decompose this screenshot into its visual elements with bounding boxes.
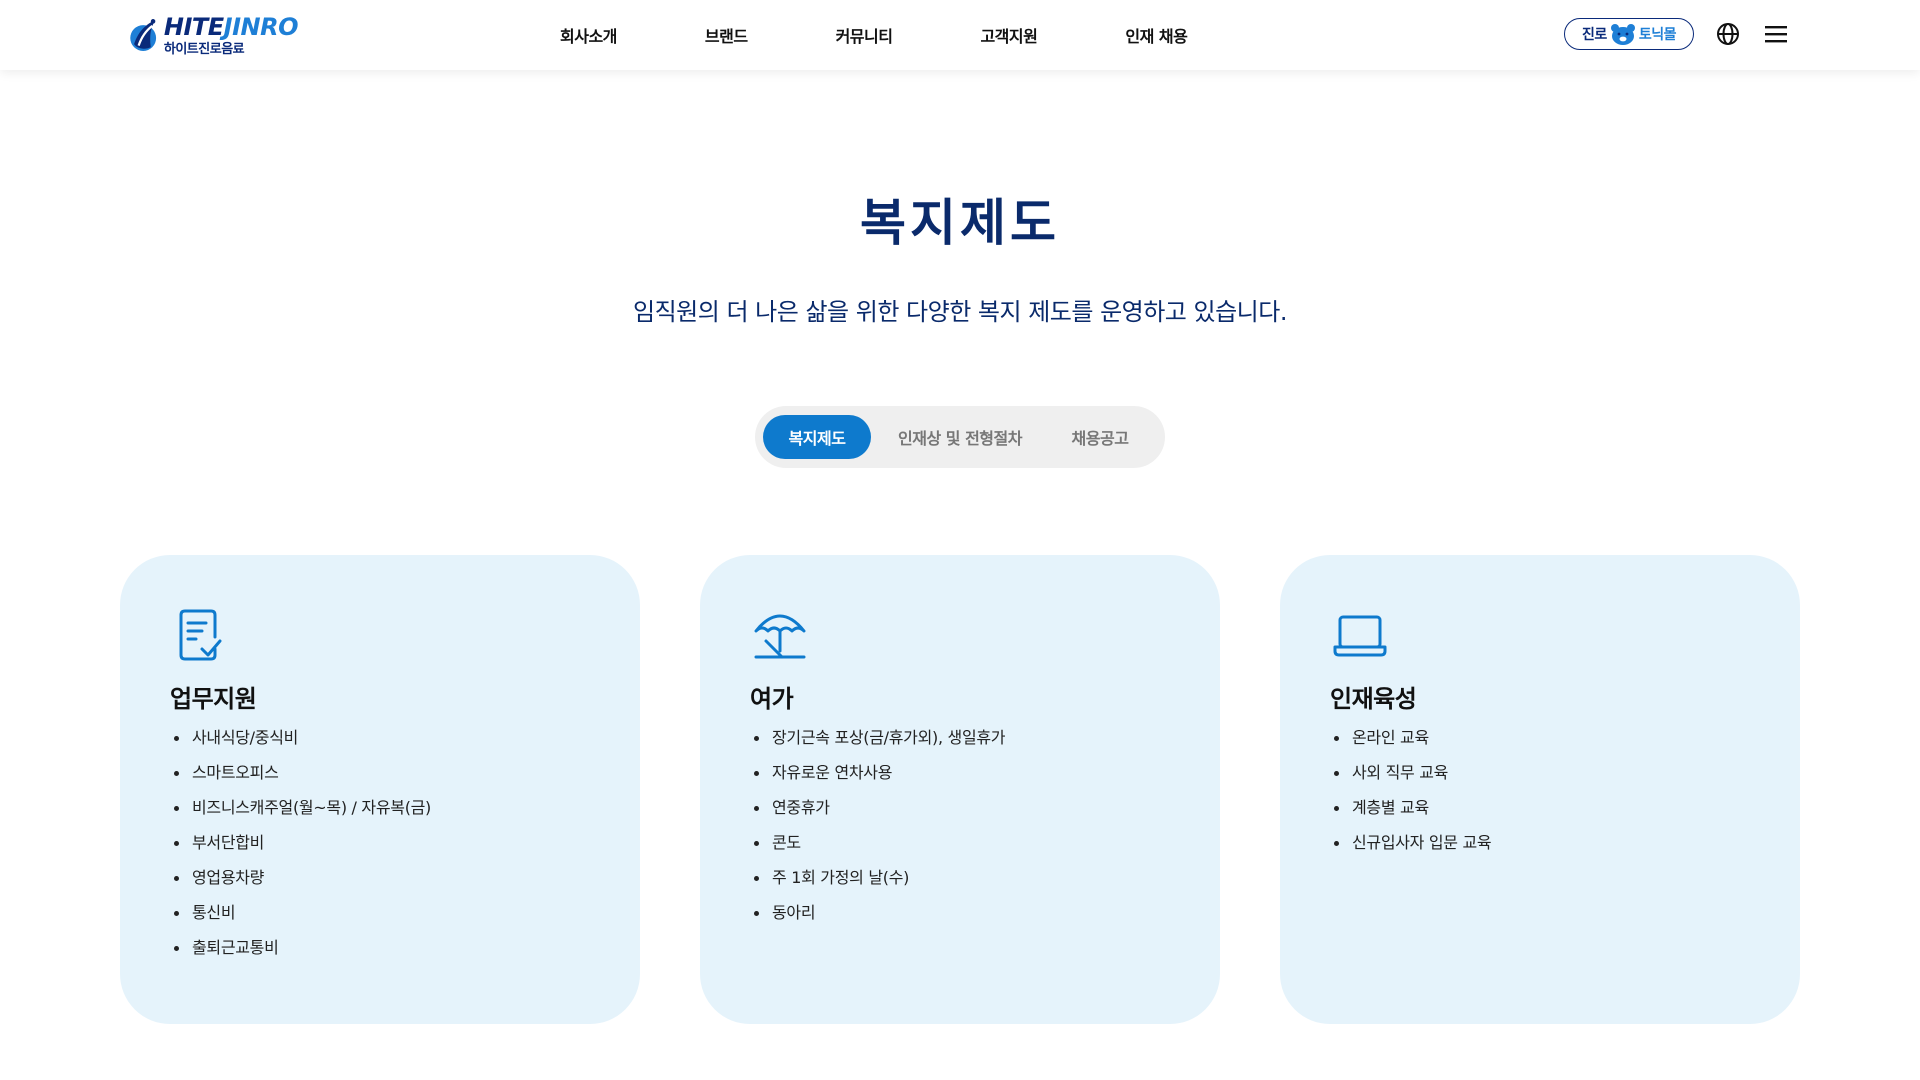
nav-item-recruit[interactable]: 인재 채용 bbox=[1125, 23, 1187, 47]
hamburger-menu-icon bbox=[1765, 26, 1787, 43]
list-item: 자유로운 연차사용 bbox=[752, 762, 1005, 797]
mall-label-right: 토닉몰 bbox=[1638, 27, 1677, 43]
benefit-card-talent-development: 인재육성 온라인 교육 사외 직무 교육 계층별 교육 신규입사자 입문 교육 bbox=[1280, 555, 1800, 1024]
list-item: 콘도 bbox=[752, 832, 1005, 867]
mall-label-left: 진로 bbox=[1582, 27, 1607, 43]
card-title: 인재육성 bbox=[1330, 685, 1417, 713]
beach-umbrella-icon bbox=[754, 614, 806, 659]
section-tabs: 복지제도 인재상 및 전형절차 채용공고 bbox=[755, 406, 1165, 468]
list-item: 동아리 bbox=[752, 902, 1005, 937]
language-button[interactable] bbox=[1714, 20, 1742, 48]
main-nav: 회사소개 브랜드 커뮤니티 고객지원 인재 채용 bbox=[560, 0, 1188, 70]
tab-talent-process[interactable]: 인재상 및 전형절차 bbox=[871, 415, 1049, 459]
benefit-card-leisure: 여가 장기근속 포상(금/휴가외), 생일휴가 자유로운 연차사용 연중휴가 콘… bbox=[700, 555, 1220, 1024]
logo-korean-name: 하이트진로음료 bbox=[163, 41, 245, 57]
nav-item-brand[interactable]: 브랜드 bbox=[705, 23, 748, 47]
nav-item-community[interactable]: 커뮤니티 bbox=[836, 23, 893, 47]
hitejinro-logo[interactable]: HITEJINRO 하이트진로음료 bbox=[128, 9, 299, 61]
list-item: 계층별 교육 bbox=[1332, 797, 1491, 832]
benefit-list: 온라인 교육 사외 직무 교육 계층별 교육 신규입사자 입문 교육 bbox=[1332, 727, 1492, 867]
globe-icon bbox=[1717, 23, 1739, 45]
list-item: 연중휴가 bbox=[752, 797, 1005, 832]
laptop-icon bbox=[1333, 615, 1387, 657]
tonic-mall-button[interactable]: 진로 토닉몰 bbox=[1564, 18, 1694, 50]
list-item: 스마트오피스 bbox=[172, 762, 431, 797]
list-item: 통신비 bbox=[172, 902, 431, 937]
nav-item-support[interactable]: 고객지원 bbox=[980, 23, 1037, 47]
benefit-card-work-support: 업무지원 사내식당/중식비 스마트오피스 비즈니스캐주얼(월~목) / 자유복(… bbox=[120, 555, 640, 1024]
page-title: 복지제도 bbox=[860, 194, 1060, 252]
tab-welfare[interactable]: 복지제도 bbox=[763, 415, 871, 459]
bear-mascot-icon bbox=[1610, 24, 1635, 45]
benefit-list: 사내식당/중식비 스마트오피스 비즈니스캐주얼(월~목) / 자유복(금) 부서… bbox=[172, 727, 431, 972]
list-item: 사내식당/중식비 bbox=[172, 727, 431, 762]
list-item: 신규입사자 입문 교육 bbox=[1332, 832, 1492, 867]
card-title: 업무지원 bbox=[170, 685, 257, 713]
list-item: 부서단합비 bbox=[172, 832, 431, 867]
logo-wordmark: HITEJINRO bbox=[163, 12, 299, 41]
tab-job-posting[interactable]: 채용공고 bbox=[1049, 415, 1151, 459]
list-item: 온라인 교육 bbox=[1332, 727, 1491, 762]
menu-button[interactable] bbox=[1762, 20, 1790, 48]
site-header: HITEJINRO 하이트진로음료 회사소개 브랜드 커뮤니티 고객지원 인재 … bbox=[0, 0, 1920, 70]
nav-item-company[interactable]: 회사소개 bbox=[560, 23, 617, 47]
logo-mark-icon bbox=[130, 19, 157, 51]
document-check-icon bbox=[179, 609, 222, 661]
list-item: 사외 직무 교육 bbox=[1332, 762, 1491, 797]
page-subtitle: 임직원의 더 나은 삶을 위한 다양한 복지 제도를 운영하고 있습니다. bbox=[633, 298, 1287, 326]
benefit-list: 장기근속 포상(금/휴가외), 생일휴가 자유로운 연차사용 연중휴가 콘도 주… bbox=[752, 727, 1006, 937]
list-item: 주 1회 가정의 날(수) bbox=[752, 867, 1005, 902]
list-item: 영업용차량 bbox=[172, 867, 431, 902]
list-item: 장기근속 포상(금/휴가외), 생일휴가 bbox=[752, 727, 1006, 762]
list-item: 출퇴근교통비 bbox=[172, 937, 431, 972]
card-title: 여가 bbox=[750, 685, 794, 713]
list-item: 비즈니스캐주얼(월~목) / 자유복(금) bbox=[172, 797, 431, 832]
